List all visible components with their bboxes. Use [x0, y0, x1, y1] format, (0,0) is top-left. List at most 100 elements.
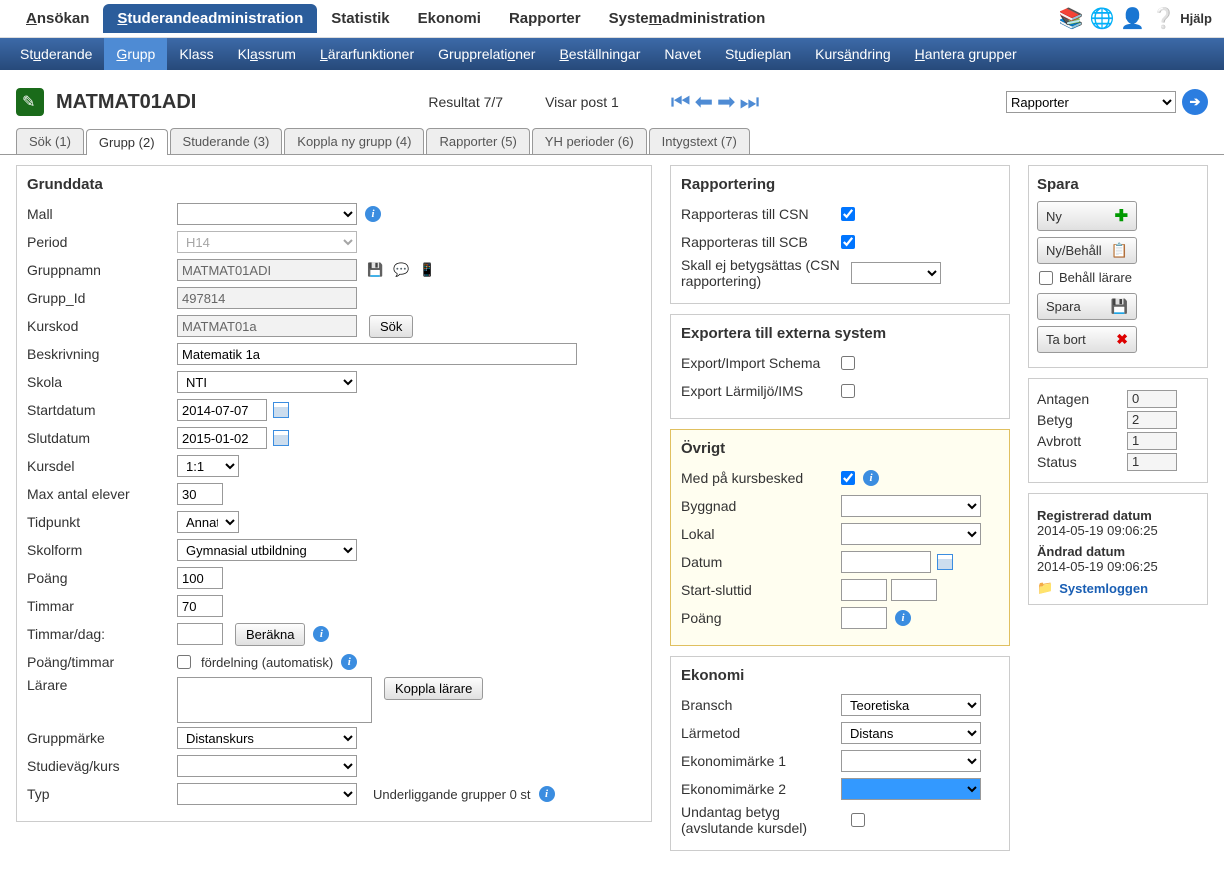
- gruppmarke-select[interactable]: Distanskurs: [177, 727, 357, 749]
- poang-input[interactable]: [177, 567, 223, 589]
- larare-textarea[interactable]: [177, 677, 372, 723]
- csn-checkbox[interactable]: [841, 207, 855, 221]
- tab-intygstext[interactable]: Intygstext (7): [649, 128, 750, 154]
- subnav-klassrum[interactable]: Klassrum: [226, 38, 308, 70]
- subnav-studerande[interactable]: Studerande: [8, 38, 104, 70]
- next-record-icon[interactable]: ➡: [717, 89, 735, 115]
- topnav-ansokan[interactable]: Ansökan: [12, 4, 103, 33]
- slutdatum-input[interactable]: [177, 427, 267, 449]
- mall-select[interactable]: [177, 203, 357, 225]
- subnav-lararfunktioner[interactable]: Lärarfunktioner: [308, 38, 426, 70]
- info-icon[interactable]: [539, 786, 555, 802]
- prev-record-icon[interactable]: ⬅: [695, 89, 713, 115]
- schema-label: Export/Import Schema: [681, 355, 841, 371]
- topnav-statistik[interactable]: Statistik: [317, 4, 403, 33]
- skolform-select[interactable]: Gymnasial utbildning: [177, 539, 357, 561]
- ny-button[interactable]: Ny✚: [1037, 201, 1137, 231]
- starttid-input[interactable]: [841, 579, 887, 601]
- tab-kopplany[interactable]: Koppla ny grupp (4): [284, 128, 424, 154]
- beskrivning-input[interactable]: [177, 343, 577, 365]
- gruppnamn-label: Gruppnamn: [27, 262, 177, 278]
- last-record-icon[interactable]: ⏭: [739, 89, 759, 115]
- gruppnamn-input[interactable]: [177, 259, 357, 281]
- sub-nav: Studerande Grupp Klass Klassrum Lärarfun…: [0, 38, 1224, 70]
- rapporter-select[interactable]: Rapporter: [1006, 91, 1176, 113]
- betyg-value: 2: [1127, 411, 1177, 429]
- koppla-larare-button[interactable]: Koppla lärare: [384, 677, 483, 700]
- topnav-ekonomi[interactable]: Ekonomi: [404, 4, 495, 33]
- max-input[interactable]: [177, 483, 223, 505]
- info-icon[interactable]: [895, 610, 911, 626]
- timmar-input[interactable]: [177, 595, 223, 617]
- nybehall-button[interactable]: Ny/Behåll📋: [1037, 237, 1137, 264]
- globe-icon[interactable]: 🌐: [1089, 6, 1114, 31]
- tabort-button[interactable]: Ta bort✖: [1037, 326, 1137, 353]
- berakna-button[interactable]: Beräkna: [235, 623, 305, 646]
- first-record-icon[interactable]: ⏮: [671, 89, 691, 115]
- sluttid-input[interactable]: [891, 579, 937, 601]
- subnav-klass[interactable]: Klass: [167, 38, 225, 70]
- subnav-kursandring[interactable]: Kursändring: [803, 38, 903, 70]
- kursdel-select[interactable]: 1:1: [177, 455, 239, 477]
- subnav-bestallningar[interactable]: Beställningar: [547, 38, 652, 70]
- tab-grupp[interactable]: Grupp (2): [86, 129, 168, 155]
- phone-icon[interactable]: 📱: [419, 262, 435, 278]
- info-icon[interactable]: [863, 470, 879, 486]
- save-icon[interactable]: 💾: [367, 262, 383, 278]
- larmiljo-checkbox[interactable]: [841, 384, 855, 398]
- help-button[interactable]: ❔ Hjälp: [1151, 6, 1212, 31]
- larmiljo-label: Export Lärmiljö/IMS: [681, 383, 841, 399]
- topnav-studerandeadministration[interactable]: Studerandeadministration: [103, 4, 317, 33]
- startdatum-input[interactable]: [177, 399, 267, 421]
- topnav-rapporter[interactable]: Rapporter: [495, 4, 595, 33]
- larmetod-select[interactable]: Distans: [841, 722, 981, 744]
- andrad-value: 2014-05-19 09:06:25: [1037, 559, 1199, 574]
- tidpunkt-select[interactable]: Annat: [177, 511, 239, 533]
- subnav-grupp[interactable]: Grupp: [104, 38, 167, 70]
- lokal-select[interactable]: [841, 523, 981, 545]
- datum-input[interactable]: [841, 551, 931, 573]
- bubble-icon[interactable]: 💬: [393, 262, 409, 278]
- kursbesked-checkbox[interactable]: [841, 471, 855, 485]
- undantag-checkbox[interactable]: [851, 813, 865, 827]
- calendar-icon[interactable]: [937, 554, 953, 570]
- spara-button[interactable]: Spara💾: [1037, 293, 1137, 320]
- tab-rapporter[interactable]: Rapporter (5): [426, 128, 529, 154]
- betyg-select[interactable]: [851, 262, 941, 284]
- fordelning-checkbox[interactable]: [177, 655, 191, 669]
- tidpunkt-label: Tidpunkt: [27, 514, 177, 530]
- tab-studerande[interactable]: Studerande (3): [170, 128, 283, 154]
- go-button[interactable]: ➔: [1182, 89, 1208, 115]
- topnav-systemadministration[interactable]: Systemadministration: [595, 4, 780, 33]
- ovrigt-poang-label: Poäng: [681, 610, 841, 626]
- systemloggen-link[interactable]: 📁 Systemloggen: [1037, 580, 1199, 596]
- group-header-icon: [16, 88, 44, 116]
- subnav-hanteragrupper[interactable]: Hantera grupper: [903, 38, 1029, 70]
- info-icon[interactable]: [341, 654, 357, 670]
- studievag-select[interactable]: [177, 755, 357, 777]
- user-icon[interactable]: 👤: [1120, 6, 1145, 31]
- schema-checkbox[interactable]: [841, 356, 855, 370]
- calendar-icon[interactable]: [273, 430, 289, 446]
- timmardag-input[interactable]: [177, 623, 223, 645]
- subnav-navet[interactable]: Navet: [652, 38, 713, 70]
- marke1-select[interactable]: [841, 750, 981, 772]
- sok-button[interactable]: Sök: [369, 315, 413, 338]
- skola-select[interactable]: NTI: [177, 371, 357, 393]
- scb-checkbox[interactable]: [841, 235, 855, 249]
- tab-yhperioder[interactable]: YH perioder (6): [532, 128, 647, 154]
- behall-larare-checkbox[interactable]: [1039, 271, 1053, 285]
- bransch-select[interactable]: Teoretiska: [841, 694, 981, 716]
- byggnad-select[interactable]: [841, 495, 981, 517]
- books-icon[interactable]: 📚: [1059, 6, 1084, 31]
- marke2-select[interactable]: [841, 778, 981, 800]
- tab-sok[interactable]: Sök (1): [16, 128, 84, 154]
- subnav-studieplan[interactable]: Studieplan: [713, 38, 803, 70]
- calendar-icon[interactable]: [273, 402, 289, 418]
- info-icon[interactable]: [365, 206, 381, 222]
- typ-select[interactable]: [177, 783, 357, 805]
- ovrigt-poang-input[interactable]: [841, 607, 887, 629]
- info-icon[interactable]: [313, 626, 329, 642]
- kurskod-input[interactable]: [177, 315, 357, 337]
- subnav-grupprelationer[interactable]: Grupprelationer: [426, 38, 547, 70]
